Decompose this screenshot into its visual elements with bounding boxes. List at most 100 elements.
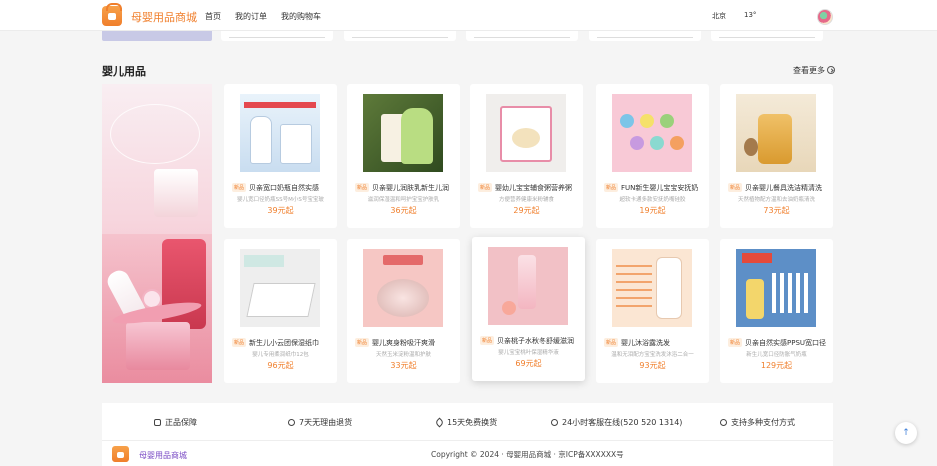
product-desc: 天然植物配方温和去油奶瓶清洗: [737, 197, 815, 203]
product-title-text[interactable]: 贝亲自然实感PPSU宽口径: [745, 339, 826, 347]
weather-temperature: 13°: [744, 11, 757, 19]
product-price: 93元起: [639, 361, 666, 370]
shopping-bag-logo-icon: [112, 446, 129, 462]
product-card[interactable]: 新品 贝亲宽口奶瓶自然实感 婴儿宽口径奶瓶SS号M小S号宝宝玻 39元起: [224, 84, 337, 228]
previous-section-banner-edge: [102, 31, 212, 41]
new-tag: 新品: [355, 183, 370, 192]
headset-icon: [551, 419, 558, 426]
product-title[interactable]: 新品 贝亲自然实感PPSU宽口径: [728, 338, 829, 348]
product-title-text[interactable]: 婴幼儿宝宝辅食粥营养粥: [495, 184, 572, 192]
product-price: 36元起: [390, 206, 417, 215]
product-title-text[interactable]: FUN新生婴儿宝宝安抚奶: [621, 184, 698, 192]
product-desc: 婴儿宝宝桃叶保湿精华液: [498, 350, 559, 356]
product-card[interactable]: 新品 FUN新生婴儿宝宝安抚奶 超软卡通多款安抚奶嘴硅胶 19元起: [596, 84, 709, 228]
product-image[interactable]: [240, 249, 320, 327]
feature-genuine: 正品保障: [154, 417, 197, 428]
product-card[interactable]: 新品 贝亲婴儿餐具洗洁精清洗 天然植物配方温和去油奶瓶清洗 73元起: [720, 84, 833, 228]
product-image[interactable]: [612, 94, 692, 172]
previous-card-edge: [466, 31, 578, 41]
page-footer: 母婴用品商城 Copyright © 2024 · 母婴用品商城 · 京ICP备…: [102, 441, 833, 466]
user-avatar[interactable]: [817, 9, 833, 25]
product-desc: 天然玉米淀粉温和护肤: [375, 352, 431, 358]
product-image[interactable]: [736, 249, 816, 327]
product-price: 69元起: [515, 359, 542, 368]
product-title-text[interactable]: 贝亲桃子水秋冬舒缓滋润: [497, 337, 574, 345]
product-title[interactable]: 新品 婴幼儿宝宝辅食粥营养粥: [478, 183, 579, 193]
product-title-text[interactable]: 贝亲宽口奶瓶自然实感: [249, 184, 319, 192]
view-more-label[interactable]: 查看更多: [793, 66, 825, 75]
product-card[interactable]: 新品 贝亲桃子水秋冬舒缓滋润 婴儿宝宝桃叶保湿精华液 69元起: [472, 237, 585, 381]
product-card[interactable]: 新品 婴儿沐浴露洗发 温和无泪配方宝宝洗发沐浴二合一 93元起: [596, 239, 709, 383]
send-icon: [434, 417, 445, 428]
new-tag: 新品: [728, 183, 743, 192]
feature-label: 7天无理由退货: [299, 418, 353, 427]
product-title-text[interactable]: 新生儿小云团保湿纸巾: [249, 339, 319, 347]
section-title: 婴儿用品: [102, 65, 146, 78]
view-more-link[interactable]: 查看更多: [793, 65, 835, 76]
product-image[interactable]: [363, 94, 443, 172]
product-price: 73元起: [763, 206, 790, 215]
product-card[interactable]: 新品 贝亲婴儿润肤乳新生儿润 滋润保湿温和呵护宝宝护肤乳 36元起: [347, 84, 460, 228]
product-title-text[interactable]: 贝亲婴儿餐具洗洁精清洗: [745, 184, 822, 192]
circle-chevron-right-icon[interactable]: [827, 66, 835, 74]
feature-returns: 7天无理由退货: [288, 417, 352, 428]
shield-check-icon: [154, 419, 161, 426]
product-title[interactable]: 新品 FUN新生婴儿宝宝安抚奶: [604, 183, 705, 193]
feature-exchange: 15天免费换货: [434, 417, 498, 428]
product-title[interactable]: 新品 贝亲宽口奶瓶自然实感: [232, 183, 333, 193]
product-desc: 婴儿宽口径奶瓶SS号M小S号宝宝玻: [237, 197, 324, 203]
feature-label: 支持多种支付方式: [731, 418, 795, 427]
product-image[interactable]: [486, 94, 566, 172]
product-title[interactable]: 新品 贝亲婴儿餐具洗洁精清洗: [728, 183, 829, 193]
product-title[interactable]: 新品 贝亲桃子水秋冬舒缓滋润: [480, 336, 581, 346]
product-price: 39元起: [267, 206, 294, 215]
previous-card-edge: [589, 31, 701, 41]
back-to-top-button[interactable]: ↑: [895, 422, 917, 444]
product-card[interactable]: 新品 婴幼儿宝宝辅食粥营养粥 方便营养健康米粉辅食 29元起: [470, 84, 583, 228]
nav-my-cart[interactable]: 我的购物车: [281, 11, 321, 22]
product-price: 129元起: [760, 361, 793, 370]
product-desc: 温和无泪配方宝宝洗发沐浴二合一: [611, 352, 694, 358]
arrow-up-icon: ↑: [902, 428, 910, 438]
feature-label: 24小时客服在线(520 520 1314): [562, 418, 683, 427]
product-title-text[interactable]: 贝亲婴儿润肤乳新生儿润: [372, 184, 449, 192]
nav-my-orders[interactable]: 我的订单: [235, 11, 267, 22]
product-card[interactable]: 新品 婴儿爽身粉吸汗爽滑 天然玉米淀粉温和护肤 33元起: [347, 239, 460, 383]
feature-label: 正品保障: [165, 418, 197, 427]
new-tag: 新品: [232, 183, 247, 192]
product-image[interactable]: [736, 94, 816, 172]
top-header: 母婴用品商城 首页 我的订单 我的购物车 北京 13°: [0, 0, 937, 31]
service-features-bar: 正品保障 7天无理由退货 15天免费换货 24小时客服在线(520 520 13…: [102, 403, 833, 441]
new-tag: 新品: [604, 183, 619, 192]
new-tag: 新品: [480, 336, 495, 345]
banner-gift-box: [126, 322, 190, 370]
footer-copyright: Copyright © 2024 · 母婴用品商城 · 京ICP备XXXXXX号: [431, 450, 624, 459]
product-title[interactable]: 新品 婴儿爽身粉吸汗爽滑: [355, 338, 456, 348]
shopping-bag-logo-icon[interactable]: [102, 3, 122, 26]
product-title[interactable]: 新品 婴儿沐浴露洗发: [604, 338, 705, 348]
site-name[interactable]: 母婴用品商城: [131, 9, 197, 25]
feature-payment: 支持多种支付方式: [720, 417, 795, 428]
product-title-text[interactable]: 婴儿爽身粉吸汗爽滑: [372, 339, 435, 347]
product-card[interactable]: 新品 贝亲自然实感PPSU宽口径 新生儿宽口径防胀气奶瓶 129元起: [720, 239, 833, 383]
footer-site-name: 母婴用品商城: [139, 451, 187, 460]
new-tag: 新品: [478, 183, 493, 192]
clock-icon: [288, 419, 295, 426]
product-title-text[interactable]: 婴儿沐浴露洗发: [621, 339, 670, 347]
product-card[interactable]: 新品 新生儿小云团保湿纸巾 婴儿专用柔润纸巾12包 96元起: [224, 239, 337, 383]
product-title[interactable]: 新品 新生儿小云团保湿纸巾: [232, 338, 333, 348]
nav-home[interactable]: 首页: [205, 11, 221, 22]
feature-label: 15天免费换货: [447, 418, 498, 427]
product-title[interactable]: 新品 贝亲婴儿润肤乳新生儿润: [355, 183, 456, 193]
product-image[interactable]: [612, 249, 692, 327]
product-image[interactable]: [240, 94, 320, 172]
refresh-icon: [720, 419, 727, 426]
product-image[interactable]: [363, 249, 443, 327]
feature-support: 24小时客服在线(520 520 1314): [551, 417, 682, 428]
product-price: 29元起: [513, 206, 540, 215]
product-image[interactable]: [488, 247, 568, 325]
previous-card-edge: [344, 31, 456, 41]
weather-city: 北京: [712, 12, 726, 20]
previous-card-edge: [221, 31, 333, 41]
category-banner[interactable]: [102, 84, 212, 383]
